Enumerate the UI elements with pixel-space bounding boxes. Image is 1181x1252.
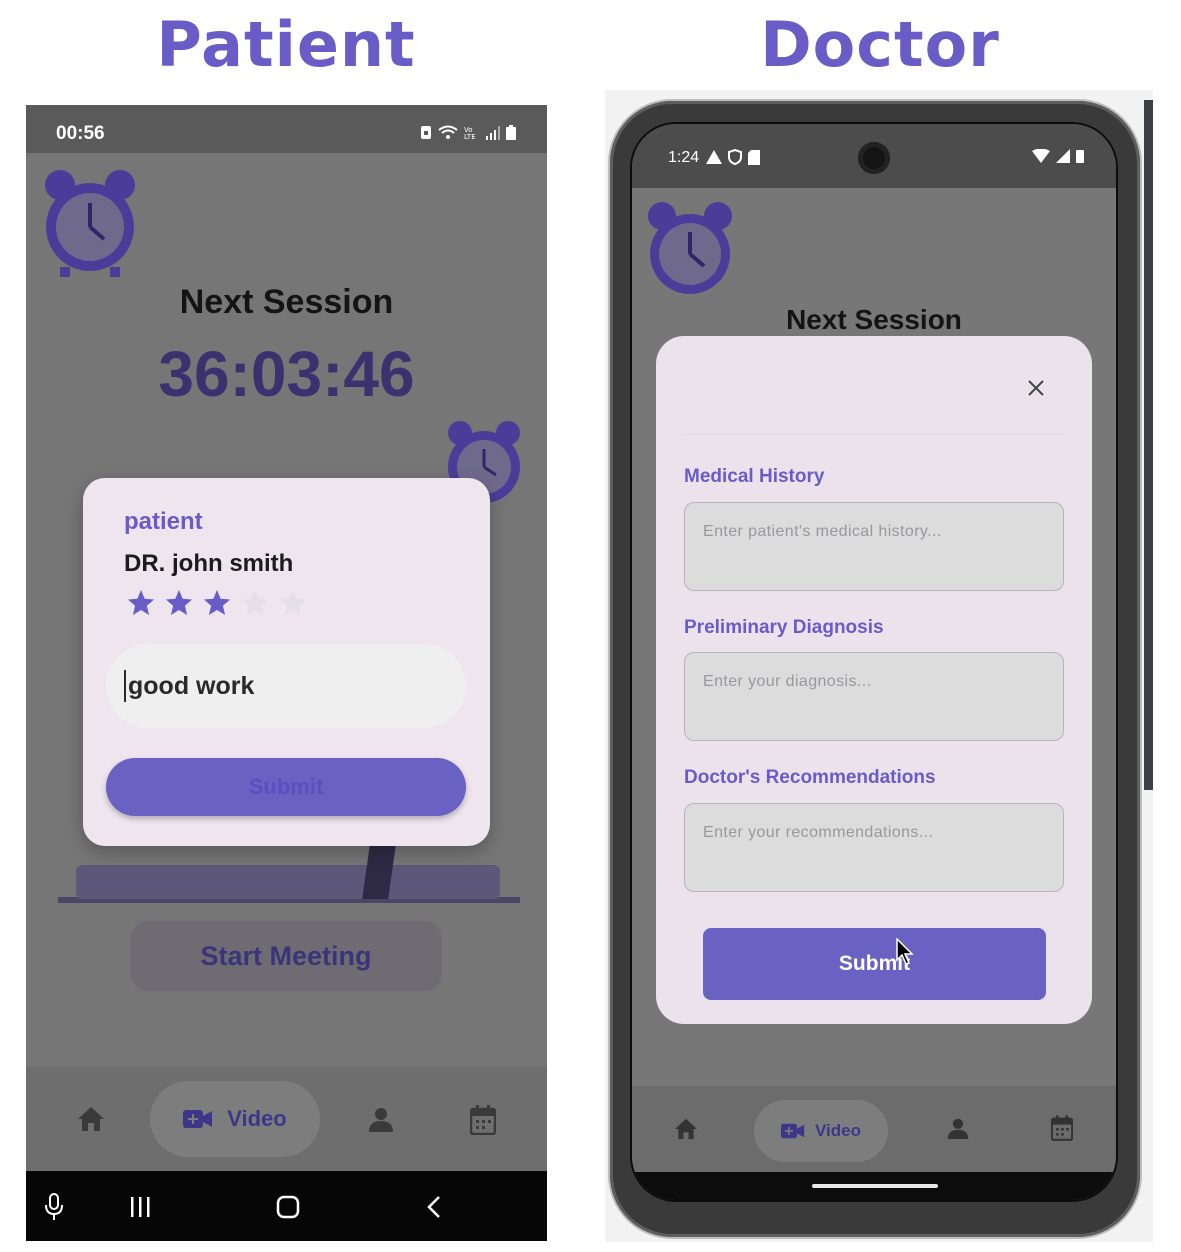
diagnosis-label: Preliminary Diagnosis: [684, 617, 884, 638]
cursor-icon: [896, 938, 914, 965]
nav-calendar[interactable]: [466, 1103, 500, 1137]
medical-history-input[interactable]: Enter patient's medical history...: [684, 502, 1064, 591]
video-camera-icon: [183, 1110, 213, 1128]
submit-button[interactable]: Submit: [703, 928, 1046, 1000]
submit-button[interactable]: Submit: [106, 758, 466, 816]
microphone-icon[interactable]: [44, 1193, 64, 1221]
back-icon[interactable]: [426, 1195, 442, 1219]
dialog-divider: [684, 434, 1064, 435]
doctor-phone-screen: 1:24 Next Session Video Medical History …: [632, 124, 1116, 1200]
close-icon[interactable]: [1024, 376, 1048, 400]
window-edge: [1144, 100, 1153, 790]
star-icon[interactable]: [202, 588, 232, 618]
nav-profile[interactable]: [364, 1103, 398, 1135]
star-icon[interactable]: [126, 588, 156, 618]
star-rating[interactable]: [126, 588, 308, 618]
nav-calendar[interactable]: [1050, 1114, 1074, 1142]
signal-icon: [1056, 149, 1070, 163]
user-role-label: patient: [124, 508, 203, 535]
nav-video[interactable]: Video: [754, 1100, 888, 1162]
nav-home[interactable]: [672, 1116, 700, 1142]
bottom-navigation: Video: [632, 1086, 1116, 1172]
calendar-icon: [1051, 1115, 1073, 1141]
nav-video[interactable]: Video: [150, 1081, 320, 1157]
shield-icon: [728, 149, 742, 165]
battery-icon: [1076, 150, 1084, 163]
wifi-icon: [1032, 149, 1050, 163]
user-icon: [947, 1118, 969, 1139]
doctor-heading: Doctor: [760, 8, 1000, 81]
rating-dialog: patient DR. john smith good work Submit: [83, 478, 490, 846]
alarm-clock-icon: [648, 202, 732, 294]
sim-icon: [421, 126, 431, 139]
recents-icon[interactable]: [130, 1197, 152, 1217]
bottom-navigation: Video: [26, 1067, 547, 1171]
start-meeting-button[interactable]: Start Meeting: [130, 921, 442, 991]
text-caret: [124, 670, 126, 702]
patient-heading: Patient: [156, 8, 416, 81]
home-circle-icon[interactable]: [276, 1195, 300, 1219]
nav-profile[interactable]: [946, 1116, 970, 1140]
video-camera-icon: [781, 1123, 805, 1139]
star-icon[interactable]: [240, 588, 270, 618]
nav-video-label: Video: [227, 1106, 287, 1131]
alarm-clock-icon: [45, 170, 135, 277]
comment-input[interactable]: good work: [106, 644, 466, 728]
status-time: 1:24: [668, 149, 700, 166]
sd-card-icon: [748, 149, 760, 165]
patient-phone-screen: 00:56 Vo LTE Next Session 36:03:46 Start …: [26, 105, 547, 1241]
status-time: 00:56: [56, 123, 105, 144]
home-icon: [78, 1107, 104, 1131]
session-notes-dialog: Medical History Enter patient's medical …: [656, 336, 1092, 1024]
next-session-title: Next Session: [786, 304, 962, 335]
lte-icon: VoLTE: [464, 126, 476, 140]
doctor-name: DR. john smith: [124, 550, 294, 577]
svg-text:LTE: LTE: [464, 133, 476, 140]
home-icon: [675, 1118, 697, 1140]
comment-text: good work: [128, 671, 255, 700]
countdown-timer: 36:03:46: [158, 338, 415, 410]
front-camera: [858, 142, 890, 174]
recommendations-label: Doctor's Recommendations: [684, 767, 936, 788]
recommendations-input[interactable]: Enter your recommendations...: [684, 803, 1064, 892]
diagnosis-input[interactable]: Enter your diagnosis...: [684, 652, 1064, 741]
wifi-icon: [438, 125, 458, 139]
nav-home[interactable]: [74, 1103, 108, 1135]
star-icon[interactable]: [278, 588, 308, 618]
star-icon[interactable]: [164, 588, 194, 618]
home-indicator[interactable]: [812, 1184, 938, 1188]
user-icon: [369, 1108, 393, 1132]
status-bar: 00:56 Vo LTE: [26, 105, 547, 153]
nav-video-label: Video: [815, 1121, 861, 1140]
warning-icon: [706, 150, 722, 164]
calendar-icon: [470, 1105, 496, 1135]
next-session-title: Next Session: [179, 283, 394, 321]
signal-icon: [486, 125, 500, 140]
battery-icon: [506, 125, 516, 140]
medical-history-label: Medical History: [684, 466, 825, 487]
illustration-sofa: [76, 865, 500, 899]
status-bar: 1:24: [632, 124, 1116, 188]
system-navigation-bar: [26, 1171, 547, 1241]
